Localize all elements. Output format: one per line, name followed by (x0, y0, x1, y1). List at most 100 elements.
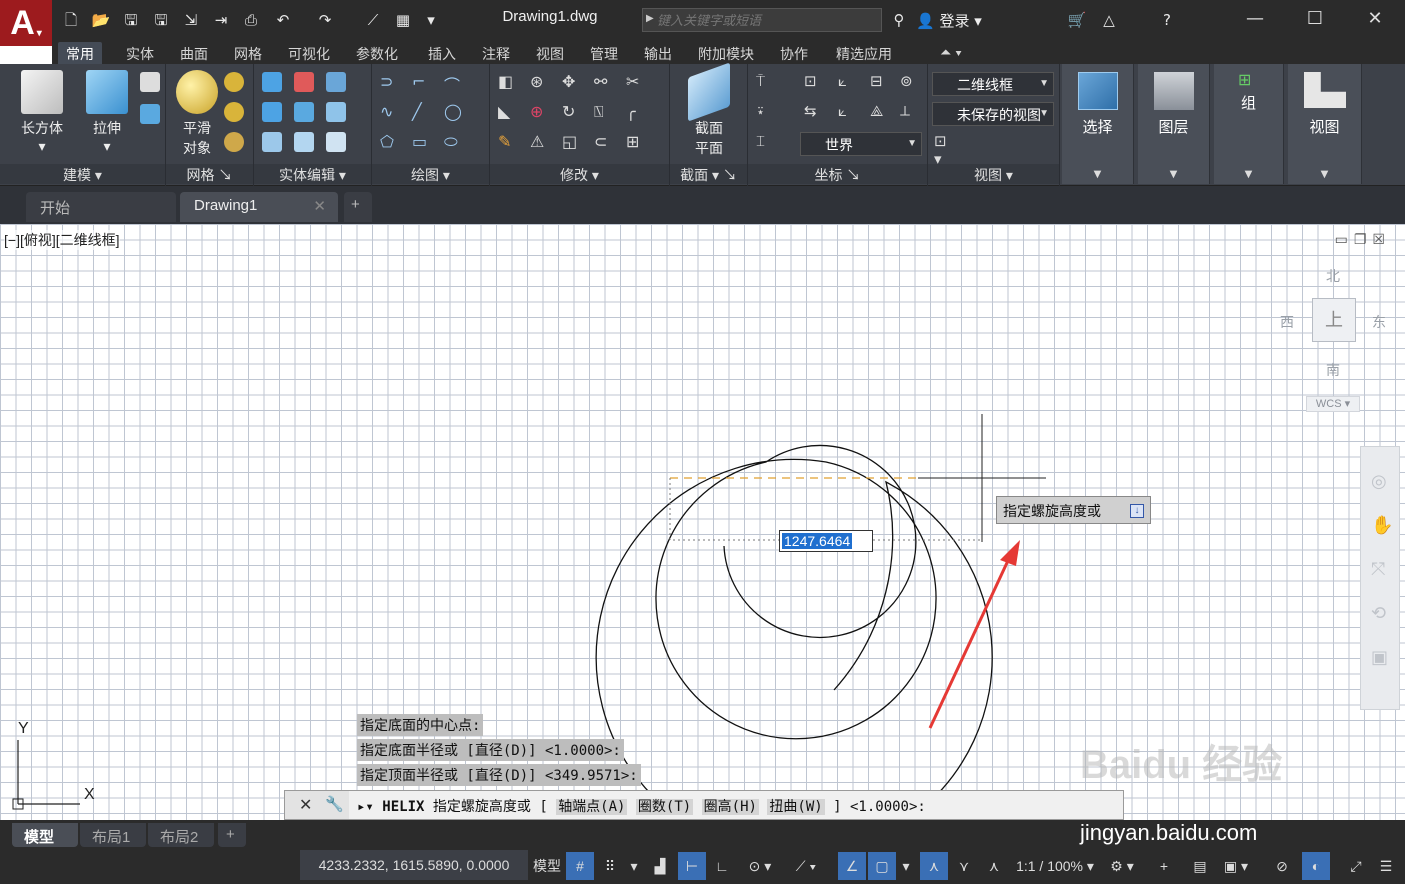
extrude-button[interactable]: 拉伸 ▾ (82, 70, 132, 155)
ucs-icon[interactable]: ⍑ (756, 72, 776, 92)
select-dropdown-icon[interactable]: ▼ (1062, 169, 1133, 180)
slice-icon[interactable] (294, 132, 314, 152)
polygon-icon[interactable]: ⬠ (380, 132, 400, 152)
zoom-extents-icon[interactable]: ⤧ (1371, 559, 1385, 580)
ucs-view-icon[interactable]: ⊟ (870, 72, 890, 92)
tab-insert[interactable]: 插入 (420, 42, 464, 64)
box-button[interactable]: 长方体 ▾ (14, 70, 70, 155)
tab-addins[interactable]: 附加模块 (690, 42, 762, 64)
tab-collaborate[interactable]: 协作 (772, 42, 816, 64)
dynamic-input-field[interactable]: 1247.6464 (779, 530, 873, 552)
tab-model[interactable]: 模型 (12, 823, 78, 847)
spline-icon[interactable]: ∿ (380, 102, 400, 122)
add-layout-button[interactable]: + (218, 823, 246, 847)
ribbon-toggle-icon[interactable]: ⏶ ▾ (932, 42, 970, 64)
visual-style-combo[interactable]: 二维线框 ▼ (932, 72, 1054, 96)
3d-rotate-icon[interactable]: ⊕ (530, 102, 550, 122)
ortho-icon[interactable]: ∟ (708, 852, 736, 880)
ucs-y-icon[interactable]: ⟂ (900, 102, 920, 122)
ellipse-icon[interactable]: ⬭ (444, 132, 464, 152)
tab-layout1[interactable]: 布局1 (80, 823, 146, 847)
polysolid-icon[interactable] (140, 104, 160, 124)
share-icon[interactable]: ⇥ (210, 10, 232, 30)
cursor-coordinates[interactable]: 4233.2332, 1615.5890, 0.0000 (300, 850, 528, 880)
group-label-view[interactable]: 视图 ▾ (928, 164, 1059, 184)
redo-icon[interactable]: ↷ (314, 10, 336, 30)
close-button[interactable]: ✕ (1360, 8, 1390, 32)
presspull-icon[interactable] (140, 72, 160, 92)
option-twist[interactable]: 扭曲(W) (767, 799, 825, 815)
ucs-combo[interactable]: 世界 ▼ (800, 132, 922, 156)
undo-icon[interactable]: ↶ (272, 10, 294, 30)
viewcube-wcs-menu[interactable]: WCS ▾ (1306, 396, 1360, 412)
line-icon[interactable]: ⊃ (380, 72, 400, 92)
layers-panel[interactable]: 图层 ▼ (1138, 64, 1210, 184)
object-snap-tracking-icon[interactable]: ∠ (838, 852, 866, 880)
section-plane-button[interactable]: 截面 平面 (682, 62, 736, 158)
move-icon[interactable]: ✥ (562, 72, 582, 92)
viewcube-east[interactable]: 东 (1372, 312, 1386, 332)
select-panel[interactable]: 选择 ▼ (1062, 64, 1134, 184)
groups-panel[interactable]: ⊞ 组 ▼ (1214, 64, 1284, 184)
option-turn-height[interactable]: 圈高(H) (701, 799, 759, 815)
login-button[interactable]: 👤 登录 ▾ (916, 10, 982, 31)
tab-visualize[interactable]: 可视化 (280, 42, 338, 64)
viewcube[interactable]: 北 西 东 上 南 WCS ▾ (1280, 264, 1395, 414)
steering-wheel-icon[interactable]: ◎ (1371, 471, 1387, 492)
erase-icon[interactable]: ✎ (498, 132, 518, 152)
open-icon[interactable]: 📂 (90, 10, 112, 30)
polyline-icon[interactable]: ⌐ (412, 72, 432, 92)
extrude-faces-icon[interactable] (294, 102, 314, 122)
ucs-z-icon[interactable]: ⟁ (870, 102, 890, 122)
dynamic-input-icon[interactable]: ⊢ (678, 852, 706, 880)
match-properties-icon[interactable]: ⟋ (362, 10, 384, 30)
command-prompt[interactable]: ▸▾ HELIX 指定螺旋高度或 [ 轴端点(A) 圈数(T) 圈高(H) 扭曲… (357, 796, 926, 816)
command-line[interactable]: ✕ 🔧 ▸▾ HELIX 指定螺旋高度或 [ 轴端点(A) 圈数(T) 圈高(H… (284, 790, 1124, 820)
command-line-grip[interactable]: ✕ 🔧 (285, 791, 349, 819)
scale-icon[interactable]: ◱ (562, 132, 582, 152)
binoculars-icon[interactable]: ⚲ (888, 10, 910, 30)
ucs-x-icon[interactable]: ⟀ (838, 102, 858, 122)
units-icon[interactable]: ▤ (1186, 852, 1214, 880)
fillet-edge-icon[interactable]: ◣ (498, 102, 518, 122)
snap-dropdown-icon[interactable]: ▾ (626, 852, 642, 880)
close-command-icon[interactable]: ✕ (299, 795, 312, 814)
search-expand-icon[interactable]: ▶ (646, 13, 654, 24)
groups-dropdown-icon[interactable]: ▼ (1214, 169, 1283, 180)
tab-output[interactable]: 输出 (636, 42, 680, 64)
group-label-draw[interactable]: 绘图 ▾ (372, 164, 489, 184)
customize-quick-access-icon[interactable]: ▾ (420, 10, 442, 30)
customization-menu-icon[interactable]: ☰ (1372, 852, 1400, 880)
separate-icon[interactable] (326, 102, 346, 122)
pan-icon[interactable]: ✋ (1371, 515, 1393, 536)
tab-parametric[interactable]: 参数化 (348, 42, 406, 64)
grid-icon[interactable]: # (566, 852, 594, 880)
group-label-mesh[interactable]: 网格 ↘ (166, 164, 253, 184)
tab-home[interactable]: 常用 (58, 42, 102, 64)
trim-icon[interactable]: ✂ (626, 72, 646, 92)
viewcube-north[interactable]: 北 (1326, 266, 1340, 286)
object-snap-icon[interactable]: ▢ (868, 852, 896, 880)
ucs-world-icon[interactable]: ⊚ (900, 72, 920, 92)
line2-icon[interactable]: ╱ (412, 102, 432, 122)
tab-manage[interactable]: 管理 (582, 42, 626, 64)
annotation-scale-combo[interactable]: 1:1 / 100% ▾ (1010, 852, 1100, 880)
tooltip-options-icon[interactable]: ↓ (1130, 504, 1144, 518)
group-label-modeling[interactable]: 建模 ▾ (0, 164, 165, 184)
new-tab-button[interactable]: + (344, 192, 372, 222)
ucs-3point-icon[interactable]: ⍣ (756, 102, 776, 122)
workspace-icon[interactable]: ▦ (392, 10, 414, 30)
copy-icon[interactable]: ⚯ (594, 72, 614, 92)
refine-mesh-icon[interactable] (224, 132, 244, 152)
close-tab-icon[interactable]: ✕ (313, 197, 326, 215)
drawing-canvas[interactable]: [−][俯视][二维线框] ▭❐☒ Y X 1247.6464 指定螺旋高度或 … (0, 224, 1405, 820)
tab-solid[interactable]: 实体 (118, 42, 162, 64)
customize-wrench-icon[interactable]: 🔧 (325, 795, 344, 813)
auto-scale-icon[interactable]: ⋎ (950, 852, 978, 880)
save-as-icon[interactable]: 🖫 (150, 10, 172, 30)
subtract-icon[interactable] (294, 72, 314, 92)
shell-icon[interactable] (326, 132, 346, 152)
workspace-gear-icon[interactable]: ⚙ ▾ (1104, 852, 1140, 880)
ucs-origin-icon[interactable]: ⟀ (838, 72, 858, 92)
fillet-icon[interactable]: ╭ (626, 102, 646, 122)
